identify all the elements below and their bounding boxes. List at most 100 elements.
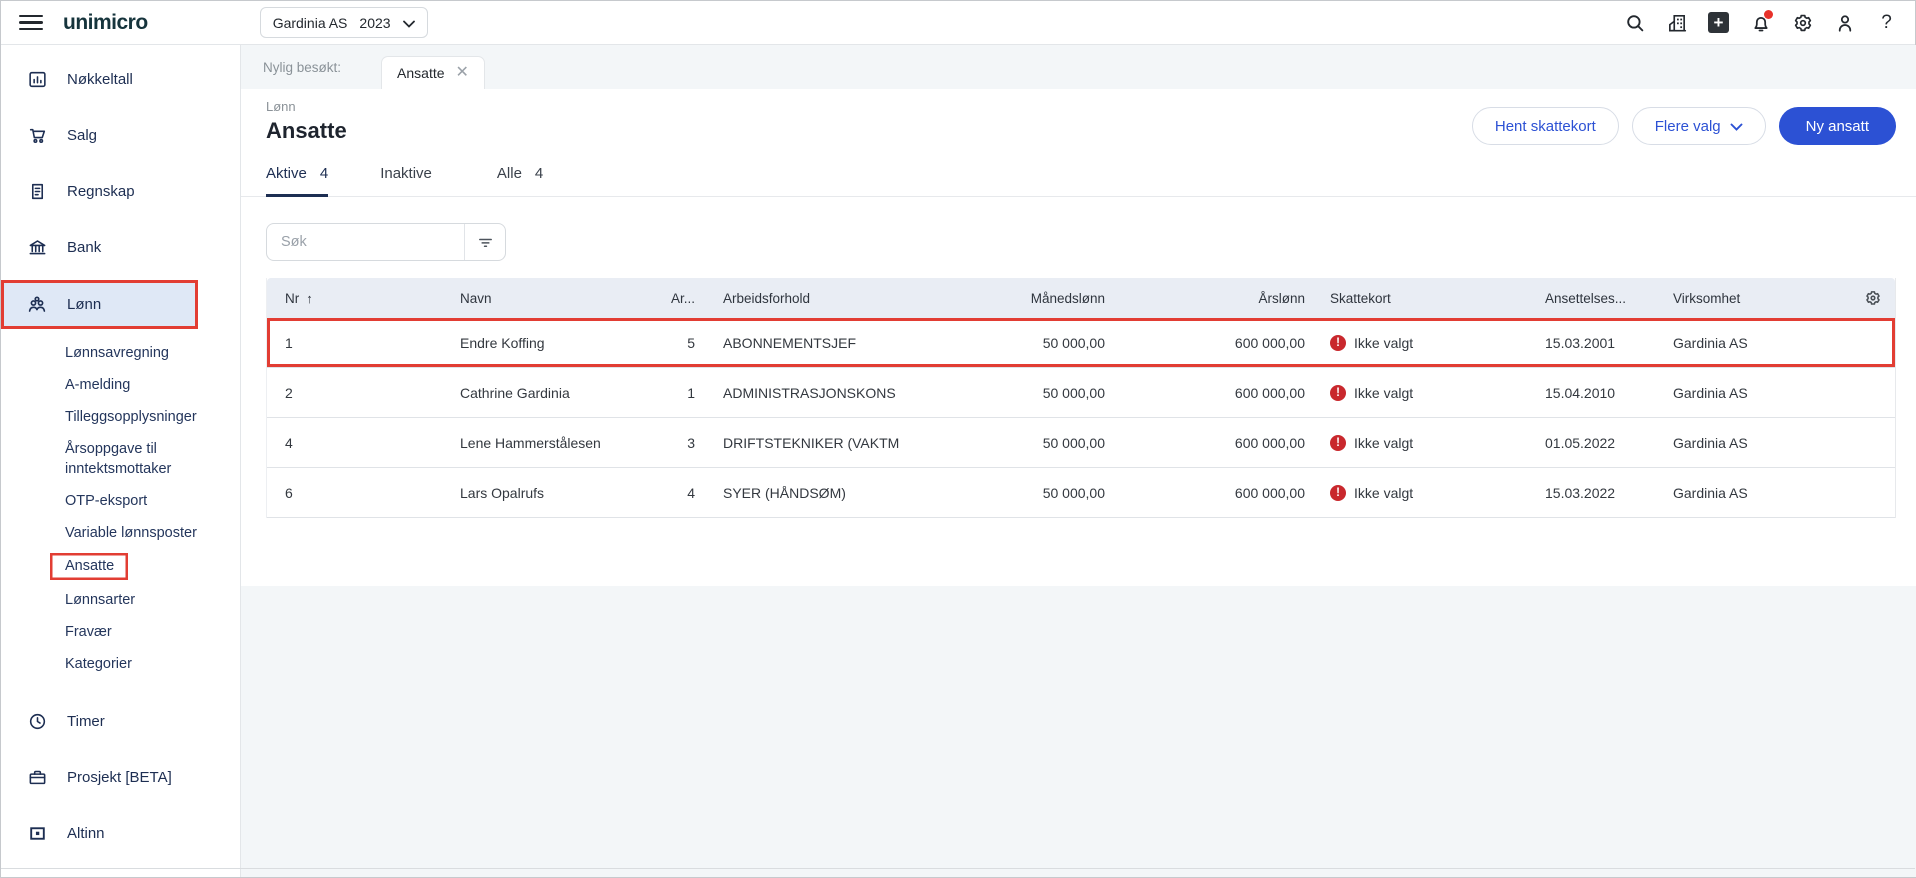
cell-arbeidsforhold: ABONNEMENTSJEF (723, 334, 857, 351)
column-settings-icon[interactable] (1851, 289, 1895, 307)
sidebar-item-timer[interactable]: Timer (1, 698, 240, 744)
table-row-1[interactable]: 1 Endre Koffing 5 ABONNEMENTSJEF 50 000,00 60… (267, 318, 1895, 368)
column-header-nr[interactable]: Nr ↑ (267, 291, 460, 306)
cell-skattekort: ! Ikke valgt (1320, 434, 1518, 451)
sidebar-item-label: Prosjekt [BETA] (67, 768, 172, 786)
cell-arbeidsforhold: SYER (HÅNDSØM) (723, 484, 846, 501)
cell-arslonn: 600 000,00 (1234, 434, 1305, 451)
sidebar-item-label: Bank (67, 238, 102, 256)
cell-ar: 1 (687, 384, 695, 401)
invoice-icon (26, 180, 48, 202)
sidebar-item-prosjekt[interactable]: Prosjekt [BETA] (1, 754, 240, 800)
tab-inaktive[interactable]: Inaktive (380, 165, 445, 197)
tab-count: 4 (319, 165, 329, 182)
column-header-ar[interactable]: Ar... (660, 291, 709, 306)
sidebar-item-lonn[interactable]: Lønn (1, 280, 198, 329)
tab-alle[interactable]: Alle 4 (497, 165, 543, 197)
column-header-arslonn[interactable]: Årslønn (1120, 291, 1320, 306)
sidebar-subitem-label: Tilleggsopplysninger (65, 409, 197, 425)
cell-manedslonn: 50 000,00 (1042, 384, 1105, 401)
clock-icon (26, 710, 48, 732)
cell-nr: 6 (285, 484, 293, 501)
sidebar-subitem-label: OTP-eksport (65, 493, 148, 509)
sidebar-subitem-ansatte[interactable]: Ansatte (1, 549, 240, 584)
chevron-down-icon (402, 15, 415, 31)
sidebar-item-salg[interactable]: Salg (1, 112, 240, 158)
add-icon[interactable]: + (1706, 10, 1731, 35)
sidebar-subitem-lonnsarter[interactable]: Lønnsarter (1, 584, 240, 616)
page-title: Ansatte (266, 118, 347, 143)
column-header-virksomhet[interactable]: Virksomhet (1646, 291, 1851, 306)
ny-ansatt-button[interactable]: Ny ansatt (1778, 107, 1896, 145)
alert-icon: ! (1330, 384, 1346, 401)
recent-label: Nylig besøkt: (263, 59, 342, 75)
recent-tab-label: Ansatte (397, 65, 445, 81)
cell-virksomhet: Gardinia AS (1673, 434, 1748, 451)
column-header-manedslonn[interactable]: Månedslønn (920, 291, 1120, 306)
notifications-icon[interactable] (1748, 10, 1773, 35)
cell-manedslonn: 50 000,00 (1042, 334, 1105, 351)
sidebar-item-bank[interactable]: Bank (1, 224, 240, 270)
column-header-ansettelsesdato[interactable]: Ansettelses... (1518, 291, 1646, 306)
table-row-4[interactable]: 6 Lars Opalrufs 4 SYER (HÅNDSØM) 50 000,00 60… (267, 468, 1895, 518)
hent-skattekort-button[interactable]: Hent skattekort (1471, 107, 1619, 145)
cell-nr: 1 (285, 334, 293, 351)
filter-icon[interactable] (464, 224, 505, 260)
table-body: 1 Endre Koffing 5 ABONNEMENTSJEF 50 000,00 60… (267, 318, 1895, 518)
search-input[interactable] (267, 234, 464, 250)
sidebar-subitem-label: Lønnsavregning (65, 345, 169, 361)
sidebar-subitem-label: Variable lønnsposter (65, 525, 197, 541)
table-header: Nr ↑ Navn Ar... Arbeidsforhold Månedslønn Årsl… (267, 278, 1895, 318)
sidebar-item-label: Lønn (67, 296, 102, 313)
sidebar-item-label: Altinn (67, 824, 105, 842)
close-icon[interactable]: ✕ (456, 65, 469, 81)
sidebar-item-label: Regnskap (67, 182, 135, 200)
cell-ar: 5 (687, 334, 695, 351)
column-header-arbeidsforhold[interactable]: Arbeidsforhold (709, 291, 920, 306)
sidebar-item-label: Nøkkeltall (67, 70, 133, 88)
company-icon[interactable] (1664, 10, 1689, 35)
sidebar-subitem-kategorier[interactable]: Kategorier (1, 648, 240, 680)
column-header-navn[interactable]: Navn (460, 291, 660, 306)
recent-tab-ansatte[interactable]: Ansatte ✕ (381, 56, 485, 89)
header-actions: Hent skattekort Flere valg Ny ansatt (1471, 107, 1896, 145)
filter-tabs: Aktive 4 Inaktive Alle 4 (241, 165, 1916, 197)
sidebar-item-regnskap[interactable]: Regnskap (1, 168, 240, 214)
search-icon[interactable] (1622, 10, 1647, 35)
sidebar-item-nokkeltall[interactable]: Nøkkeltall (1, 56, 240, 102)
sidebar-item-altinn[interactable]: Altinn (1, 810, 240, 856)
altinn-icon (26, 822, 48, 844)
cell-skattekort: ! Ikke valgt (1320, 334, 1518, 351)
flere-valg-button[interactable]: Flere valg (1631, 107, 1766, 145)
company-year: 2023 (359, 14, 391, 31)
cell-skattekort: ! Ikke valgt (1320, 484, 1518, 501)
table-row-3[interactable]: 4 Lene Hammerstålesen 3 DRIFTSTEKNIKER (VAK… (267, 418, 1895, 468)
cell-ansettelsesdato: 01.05.2022 (1545, 434, 1616, 451)
sidebar-subitem-lonnsavregning[interactable]: Lønnsavregning (1, 337, 240, 369)
profile-icon[interactable] (1832, 10, 1857, 35)
settings-icon[interactable] (1790, 10, 1815, 35)
hamburger-menu-icon[interactable] (19, 11, 43, 35)
sidebar-subitem-variable-lonnsposter[interactable]: Variable lønnsposter (1, 517, 240, 549)
sidebar-nav: Nøkkeltall Salg Regnskap Bank Lønn Lønnsavreg… (1, 56, 240, 856)
sidebar-subitem-otp-eksport[interactable]: OTP-eksport (1, 485, 240, 517)
cell-nr: 2 (285, 384, 293, 401)
company-selector[interactable]: Gardinia AS 2023 (259, 7, 428, 38)
sidebar-subitem-label: A-melding (65, 377, 131, 393)
sidebar-subitem-a-melding[interactable]: A-melding (1, 369, 240, 401)
sidebar: Nøkkeltall Salg Regnskap Bank Lønn Lønnsavreg… (1, 45, 241, 877)
sidebar-subitem-tilleggsopplysninger[interactable]: Tilleggsopplysninger (1, 401, 240, 433)
alert-icon: ! (1330, 434, 1346, 451)
employees-table: Nr ↑ Navn Ar... Arbeidsforhold Månedslønn Årsl… (266, 278, 1896, 518)
cell-ar: 3 (687, 434, 695, 451)
column-header-skattekort[interactable]: Skattekort (1320, 291, 1518, 306)
cell-ar: 4 (687, 484, 695, 501)
alert-icon: ! (1330, 334, 1346, 351)
table-row-2[interactable]: 2 Cathrine Gardinia 1 ADMINISTRASJONSKONS 50… (267, 368, 1895, 418)
sidebar-subitem-arsoppgave[interactable]: Årsoppgave til inntektsmottaker (1, 433, 240, 485)
sort-ascending-icon: ↑ (306, 290, 313, 306)
cell-arslonn: 600 000,00 (1234, 384, 1305, 401)
help-icon[interactable]: ? (1874, 10, 1899, 35)
tab-aktive[interactable]: Aktive 4 (266, 165, 329, 197)
sidebar-subitem-fravaer[interactable]: Fravær (1, 616, 240, 648)
